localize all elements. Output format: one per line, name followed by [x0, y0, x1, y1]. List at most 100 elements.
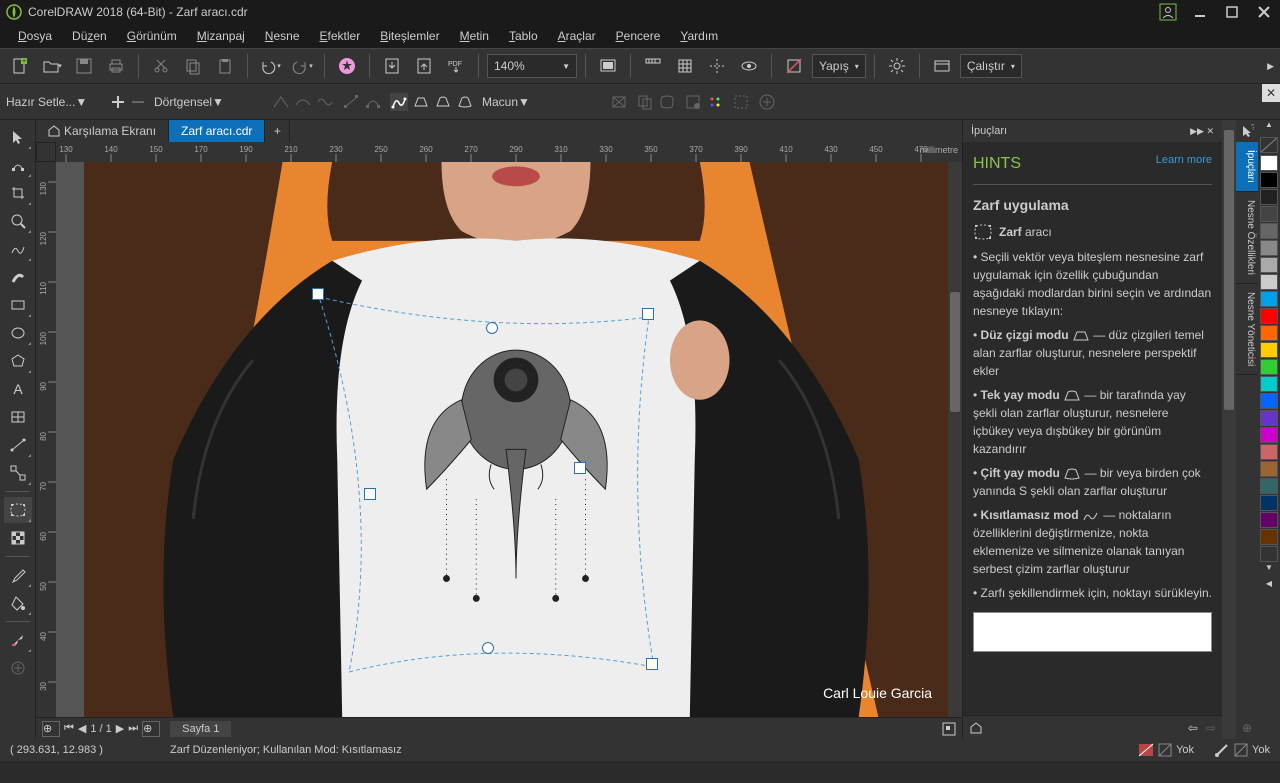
- node-cusp-button[interactable]: [272, 93, 290, 111]
- swatch[interactable]: [1260, 342, 1278, 358]
- docker-add-button[interactable]: ⊕: [1236, 717, 1258, 739]
- menu-yardim[interactable]: Yardım: [672, 27, 726, 45]
- swatch[interactable]: [1260, 325, 1278, 341]
- side-tab-properties[interactable]: Nesne Özellikleri: [1236, 192, 1258, 284]
- swatch[interactable]: [1260, 393, 1278, 409]
- publish-pdf-button[interactable]: PDF: [442, 52, 470, 80]
- show-grid-button[interactable]: [671, 52, 699, 80]
- transparency-tool[interactable]: [4, 525, 32, 551]
- convert-to-curves-button[interactable]: [706, 93, 724, 111]
- page-last-button[interactable]: ⏭: [128, 722, 138, 735]
- envelope-handle-bc[interactable]: [482, 642, 494, 654]
- menu-araclar[interactable]: Araçlar: [550, 27, 604, 45]
- hints-back-button[interactable]: ⇦: [1188, 721, 1198, 735]
- ruler-origin[interactable]: [36, 142, 56, 162]
- hints-home-button[interactable]: [969, 721, 983, 735]
- swatch[interactable]: [1260, 410, 1278, 426]
- eyedropper-tool[interactable]: [4, 562, 32, 588]
- user-account-icon[interactable]: [1158, 2, 1178, 22]
- close-button[interactable]: [1254, 2, 1274, 22]
- undo-button[interactable]: ▾: [256, 52, 284, 80]
- fill-indicator[interactable]: Yok: [1138, 743, 1194, 757]
- swatch[interactable]: [1260, 308, 1278, 324]
- menu-gorunum[interactable]: Görünüm: [119, 27, 185, 45]
- swatch[interactable]: [1260, 478, 1278, 494]
- paste-button[interactable]: [211, 52, 239, 80]
- swatch[interactable]: [1260, 155, 1278, 171]
- minimize-button[interactable]: [1190, 2, 1210, 22]
- open-button[interactable]: ▾: [38, 52, 66, 80]
- node-shape-dropdown[interactable]: Dörtgensel▼: [154, 95, 264, 109]
- menu-mizanpaj[interactable]: Mizanpaj: [189, 27, 253, 45]
- envelope-handle-br[interactable]: [646, 658, 658, 670]
- double-arc-mode-button[interactable]: [456, 93, 474, 111]
- swatch[interactable]: [1260, 461, 1278, 477]
- node-symmetric-button[interactable]: [316, 93, 334, 111]
- app-launcher-button[interactable]: [928, 52, 956, 80]
- envelope-tool[interactable]: [4, 497, 32, 523]
- menu-pencere[interactable]: Pencere: [608, 27, 669, 45]
- artistic-media-tool[interactable]: [4, 264, 32, 290]
- shape-tool[interactable]: [4, 152, 32, 178]
- copy-envelope-button[interactable]: [636, 93, 654, 111]
- export-button[interactable]: [410, 52, 438, 80]
- envelope-handle-mr[interactable]: [574, 462, 586, 474]
- unconstrained-mode-button[interactable]: [390, 93, 408, 111]
- create-from-button[interactable]: [658, 93, 676, 111]
- property-bar-close-button[interactable]: ✕: [1262, 84, 1280, 102]
- cut-button[interactable]: [147, 52, 175, 80]
- node-smooth-button[interactable]: [294, 93, 312, 111]
- toolbar-overflow-icon[interactable]: ▶: [1267, 61, 1274, 72]
- menu-metin[interactable]: Metin: [452, 27, 497, 45]
- snap-dropdown[interactable]: Yapış▾: [812, 54, 866, 78]
- hints-panel-header[interactable]: İpuçları ▶▶ ✕: [963, 120, 1222, 142]
- table-tool[interactable]: [4, 404, 32, 430]
- crop-tool[interactable]: [4, 180, 32, 206]
- menu-biteslemler[interactable]: Biteşlemler: [372, 27, 447, 45]
- page-add-after-button[interactable]: ⊕: [142, 721, 160, 737]
- menu-tablo[interactable]: Tablo: [501, 27, 546, 45]
- straight-line-mode-button[interactable]: [412, 93, 430, 111]
- outline-tool[interactable]: [4, 627, 32, 653]
- palette-flyout-button[interactable]: ◀: [1258, 579, 1280, 595]
- polygon-tool[interactable]: [4, 348, 32, 374]
- print-button[interactable]: [102, 52, 130, 80]
- page-first-button[interactable]: ⏮: [64, 722, 74, 735]
- tab-document[interactable]: Zarf aracı.cdr: [169, 120, 265, 142]
- page-tab[interactable]: Sayfa 1: [170, 721, 231, 737]
- page-prev-button[interactable]: ◀: [78, 722, 86, 735]
- side-tab-hints[interactable]: İpuçları: [1236, 142, 1258, 192]
- clear-envelope-button[interactable]: [684, 93, 702, 111]
- swatch[interactable]: [1260, 291, 1278, 307]
- add-preset-button[interactable]: [110, 94, 126, 110]
- swatch[interactable]: [1260, 257, 1278, 273]
- preset-dropdown[interactable]: Hazır Setle...▼: [6, 95, 106, 109]
- envelope-selection[interactable]: [84, 162, 948, 717]
- quick-customize-toolbox[interactable]: [4, 655, 32, 681]
- swatch[interactable]: [1260, 512, 1278, 528]
- swatch[interactable]: [1260, 444, 1278, 460]
- swatch[interactable]: [1260, 189, 1278, 205]
- line-segment-button[interactable]: [342, 93, 360, 111]
- swatch[interactable]: [1260, 274, 1278, 290]
- page-add-before-button[interactable]: ⊕: [42, 721, 60, 737]
- hints-scrollbar[interactable]: [1222, 120, 1236, 739]
- redo-button[interactable]: ▾: [288, 52, 316, 80]
- swatch[interactable]: [1260, 495, 1278, 511]
- copy-button[interactable]: [179, 52, 207, 80]
- swatch[interactable]: [1260, 240, 1278, 256]
- fullscreen-preview-button[interactable]: [594, 52, 622, 80]
- fill-tool[interactable]: [4, 590, 32, 616]
- hints-forward-button[interactable]: ⇨: [1206, 721, 1216, 735]
- swatch[interactable]: [1260, 529, 1278, 545]
- save-button[interactable]: [70, 52, 98, 80]
- show-guidelines-button[interactable]: [703, 52, 731, 80]
- swatch[interactable]: [1260, 223, 1278, 239]
- ellipse-tool[interactable]: [4, 320, 32, 346]
- learn-more-link[interactable]: Learn more: [1156, 152, 1212, 169]
- palette-down-button[interactable]: ▼: [1258, 563, 1280, 579]
- menu-nesne[interactable]: Nesne: [257, 27, 308, 45]
- dimension-tool[interactable]: [4, 432, 32, 458]
- tab-welcome[interactable]: Karşılama Ekranı: [36, 120, 169, 142]
- palette-up-button[interactable]: ▲: [1258, 120, 1280, 136]
